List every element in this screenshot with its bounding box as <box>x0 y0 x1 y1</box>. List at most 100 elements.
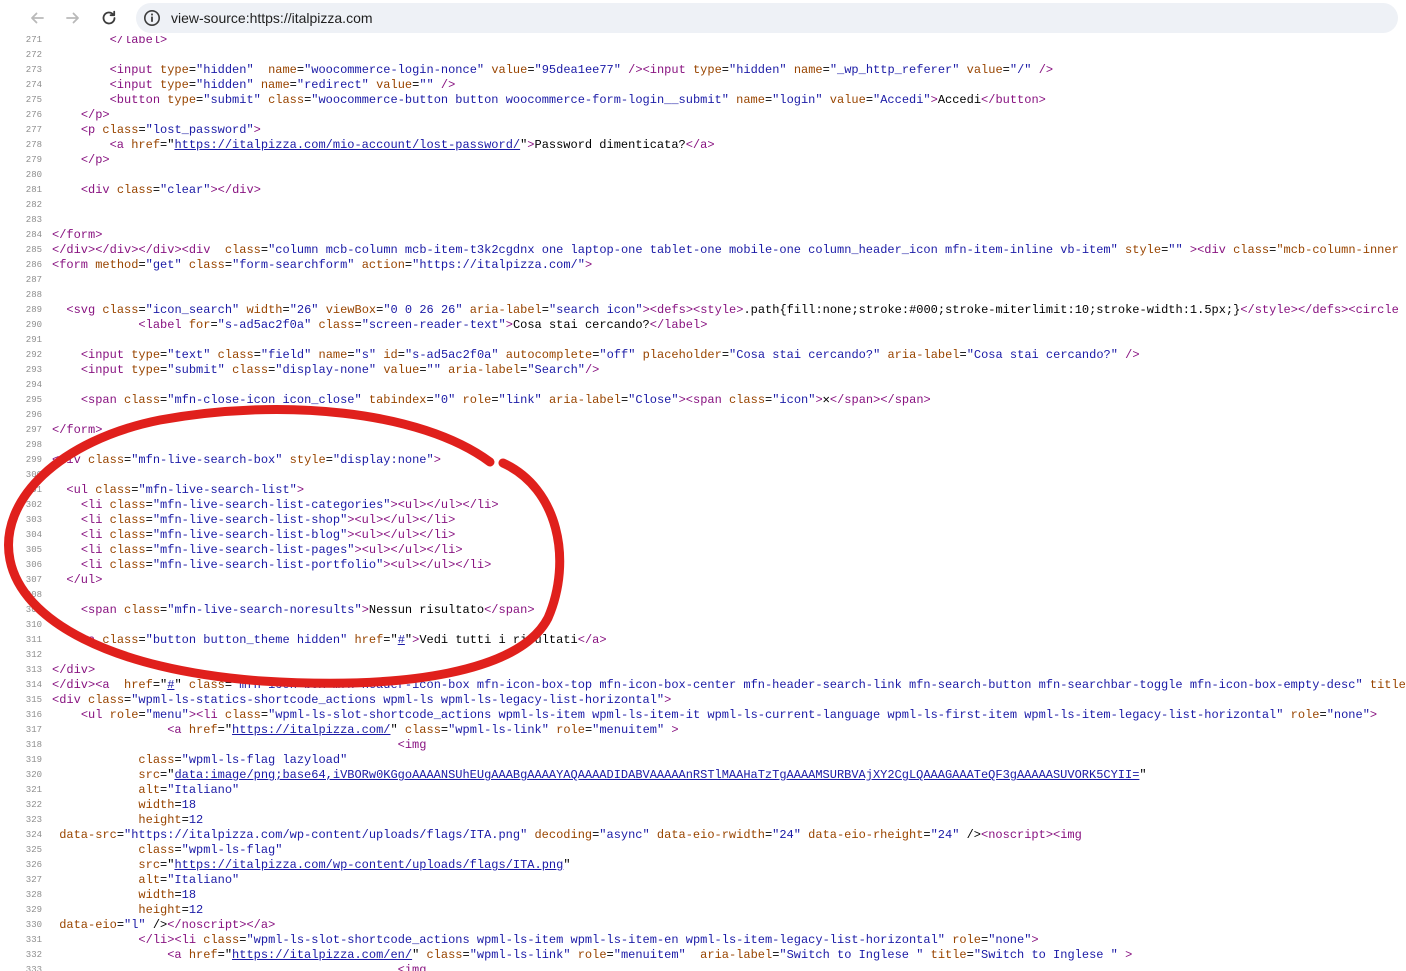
source-line: 312 <box>0 648 1406 663</box>
line-code: </form> <box>52 228 103 242</box>
line-code: class="wpml-ls-flag" <box>138 843 283 857</box>
source-line: 328 width=18 <box>0 888 1406 903</box>
source-line: 326 src="https://italpizza.com/wp-conten… <box>0 858 1406 873</box>
line-number: 314 <box>25 680 42 690</box>
source-line: 311 <a class="button button_theme hidden… <box>0 633 1406 648</box>
source-line: 321 alt="Italiano" <box>0 783 1406 798</box>
line-code: <input type="hidden" name="redirect" val… <box>109 78 456 92</box>
source-line: 310 <box>0 618 1406 633</box>
source-line: 304 <li class="mfn-live-search-list-blog… <box>0 528 1406 543</box>
line-code: src="data:image/png;base64,iVBORw0KGgoAA… <box>138 768 1147 782</box>
line-code: <img <box>397 963 427 971</box>
line-number: 285 <box>25 245 42 255</box>
source-line: 327 alt="Italiano" <box>0 873 1406 888</box>
line-number: 286 <box>25 260 42 270</box>
source-line: 276 </p> <box>0 108 1406 123</box>
source-line: 332 <a href="https://italpizza.com/en/" … <box>0 948 1406 963</box>
line-number: 297 <box>25 425 42 435</box>
line-code: <button type="submit" class="woocommerce… <box>109 93 1046 107</box>
source-line: 293 <input type="submit" class="display-… <box>0 363 1406 378</box>
source-line: 292 <input type="text" class="field" nam… <box>0 348 1406 363</box>
source-line: 299 <div class="mfn-live-search-box" styl… <box>0 453 1406 468</box>
source-line: 289 <svg class="icon_search" width="26" … <box>0 303 1406 318</box>
line-number: 324 <box>25 830 42 840</box>
line-code: height=12 <box>138 813 204 827</box>
source-line: 271 </label> <box>0 36 1406 48</box>
line-number: 329 <box>25 905 42 915</box>
line-code: src="https://italpizza.com/wp-content/up… <box>138 858 571 872</box>
source-line: 325 class="wpml-ls-flag" <box>0 843 1406 858</box>
line-code: <li class="mfn-live-search-list-blog"><u… <box>80 528 456 542</box>
source-line: 273 <input type="hidden" name="woocommer… <box>0 63 1406 78</box>
line-number: 333 <box>25 965 42 971</box>
line-code: <span class="mfn-live-search-noresults">… <box>80 603 535 617</box>
source-line: 320 src="data:image/png;base64,iVBORw0KG… <box>0 768 1406 783</box>
source-line: 294 <box>0 378 1406 393</box>
line-number: 320 <box>25 770 42 780</box>
line-number: 330 <box>25 920 42 930</box>
line-number: 300 <box>25 470 42 480</box>
forward-arrow-icon <box>66 12 79 24</box>
line-code: </div> <box>52 663 96 677</box>
line-number: 302 <box>25 500 42 510</box>
line-number: 289 <box>25 305 42 315</box>
source-line: 322 width=18 <box>0 798 1406 813</box>
line-number: 301 <box>25 485 42 495</box>
source-line: 305 <li class="mfn-live-search-list-page… <box>0 543 1406 558</box>
line-number: 287 <box>25 275 42 285</box>
line-number: 295 <box>25 395 42 405</box>
line-code: <form method="get" class="form-searchfor… <box>52 258 593 272</box>
source-line: 296 <box>0 408 1406 423</box>
line-code: </div></div></div><div class="column mcb… <box>52 243 1406 257</box>
line-code: <img <box>397 738 427 752</box>
line-number: 326 <box>25 860 42 870</box>
source-viewer[interactable]: 271 </label> 272 273 <input type="hidden" … <box>0 36 1406 971</box>
source-line: 297 </form> <box>0 423 1406 438</box>
source-line: 295 <span class="mfn-close-icon icon_clo… <box>0 393 1406 408</box>
line-number: 321 <box>25 785 42 795</box>
browser-toolbar <box>0 0 1406 36</box>
line-code: width=18 <box>138 888 197 902</box>
line-number: 296 <box>25 410 42 420</box>
source-line: 281 <div class="clear"></div> <box>0 183 1406 198</box>
line-code: </p> <box>80 108 110 122</box>
line-number: 317 <box>25 725 42 735</box>
address-bar[interactable] <box>136 3 1398 33</box>
line-number: 310 <box>25 620 42 630</box>
source-line: 278 <a href="https://italpizza.com/mio-a… <box>0 138 1406 153</box>
site-info-icon[interactable] <box>142 8 162 28</box>
line-code: <li class="mfn-live-search-list-categori… <box>80 498 499 512</box>
line-number: 276 <box>25 110 42 120</box>
line-number: 305 <box>25 545 42 555</box>
source-line: 329 height=12 <box>0 903 1406 918</box>
line-number: 292 <box>25 350 42 360</box>
line-number: 332 <box>25 950 42 960</box>
source-line: 306 <li class="mfn-live-search-list-port… <box>0 558 1406 573</box>
source-line: 285 </div></div></div><div class="column … <box>0 243 1406 258</box>
line-number: 311 <box>25 635 42 645</box>
line-code: alt="Italiano" <box>138 873 240 887</box>
line-code: <a class="button button_theme hidden" hr… <box>80 633 607 647</box>
line-code: <p class="lost_password"> <box>80 123 261 137</box>
reload-icon <box>102 10 116 25</box>
source-line: 286 <form method="get" class="form-search… <box>0 258 1406 273</box>
forward-button[interactable] <box>61 6 85 30</box>
line-number: 280 <box>25 170 42 180</box>
line-number: 299 <box>25 455 42 465</box>
line-number: 304 <box>25 530 42 540</box>
url-input[interactable] <box>171 3 1171 33</box>
back-button[interactable] <box>25 6 49 30</box>
line-code: data-eio="l" /></noscript></a> <box>59 918 276 932</box>
source-line: 287 <box>0 273 1406 288</box>
reload-button[interactable] <box>97 6 121 30</box>
source-line: 302 <li class="mfn-live-search-list-cate… <box>0 498 1406 513</box>
line-number: 277 <box>25 125 42 135</box>
source-line: 290 <label for="s-ad5ac2f0a" class="scre… <box>0 318 1406 333</box>
source-line: 318 <img <box>0 738 1406 753</box>
source-line: 309 <span class="mfn-live-search-noresul… <box>0 603 1406 618</box>
line-code: <ul role="menu"><li class="wpml-ls-slot-… <box>80 708 1378 722</box>
line-number: 325 <box>25 845 42 855</box>
source-line: 279 </p> <box>0 153 1406 168</box>
line-code: <div class="clear"></div> <box>80 183 261 197</box>
line-number: 288 <box>25 290 42 300</box>
